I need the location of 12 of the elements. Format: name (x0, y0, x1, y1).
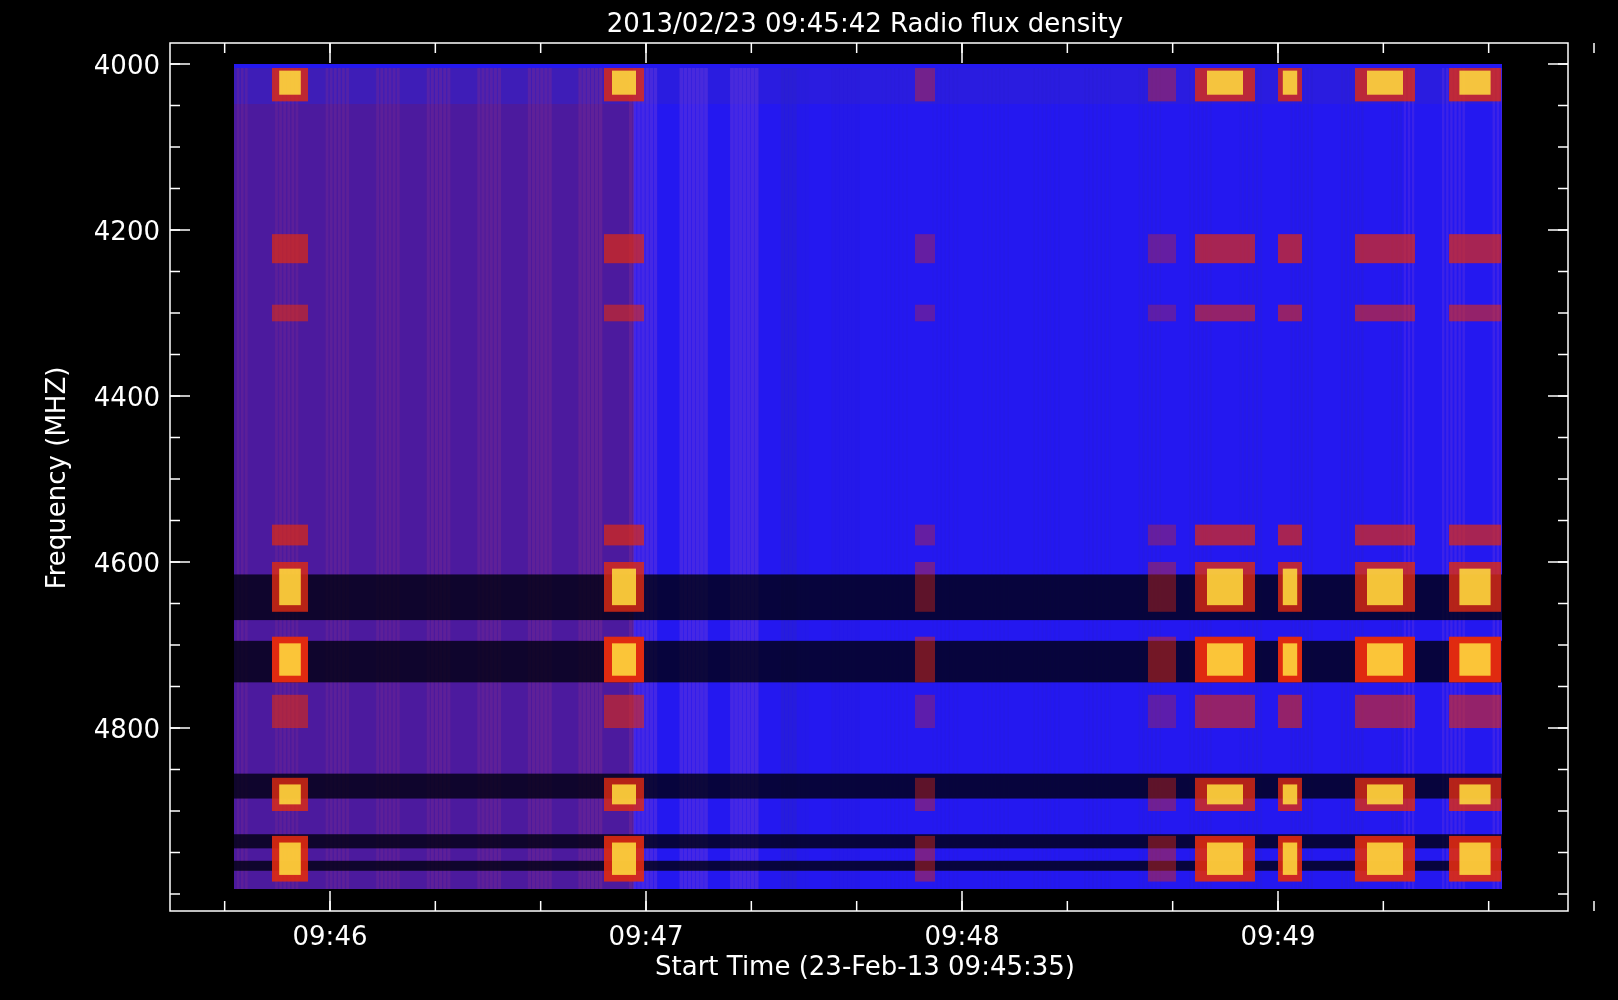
tick-label: 4400 (93, 382, 160, 412)
tick-label: 4600 (93, 548, 160, 578)
tick-label: 09:47 (608, 921, 684, 951)
axis-label: Start Time (23-Feb-13 09:45:35) (655, 951, 1075, 981)
tick-label: 09:46 (292, 921, 368, 951)
axis-label: Frequency (MHZ) (41, 366, 71, 590)
tick-label: 4200 (93, 216, 160, 246)
tick-label: 09:48 (924, 921, 1000, 951)
tick-label: 09:49 (1240, 921, 1316, 951)
tick-label: 4800 (93, 714, 160, 744)
chart-title: 2013/02/23 09:45:42 Radio flux density (606, 8, 1124, 38)
tick-label: 4000 (93, 50, 160, 80)
